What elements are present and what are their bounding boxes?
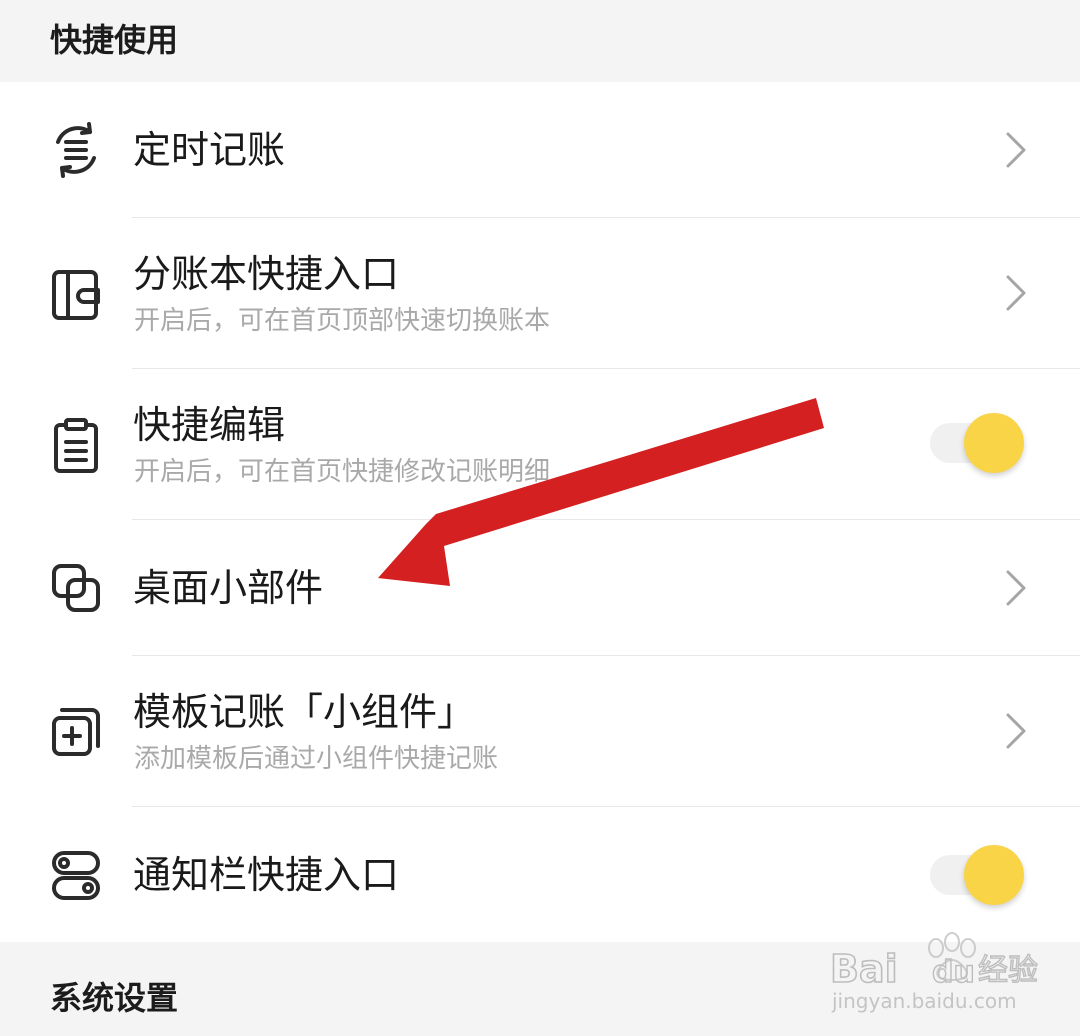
quick-edit-toggle[interactable] <box>928 411 1028 475</box>
chevron-right-icon <box>1000 273 1032 313</box>
toggle-knob <box>964 845 1024 905</box>
chevron-right-icon <box>1000 568 1032 608</box>
add-template-icon <box>46 702 106 762</box>
list-item-desktop-widget[interactable]: 桌面小部件 <box>0 520 1080 656</box>
item-subtitle: 开启后，可在首页快捷修改记账明细 <box>134 457 551 487</box>
watermark-brand: Bai <box>830 947 898 991</box>
item-title: 桌面小部件 <box>133 566 324 610</box>
scheduled-bookkeeping-icon <box>46 120 106 180</box>
list-item-template-widget[interactable]: 模板记账「小组件」 添加模板后通过小组件快捷记账 <box>0 656 1080 807</box>
section-title: 快捷使用 <box>50 21 179 59</box>
list-item-quick-edit: 快捷编辑 开启后，可在首页快捷修改记账明细 <box>0 369 1080 520</box>
section-title: 系统设置 <box>50 979 179 1017</box>
clipboard-icon <box>46 415 106 475</box>
item-subtitle: 添加模板后通过小组件快捷记账 <box>134 744 499 774</box>
ledger-shortcut-icon <box>46 264 106 324</box>
section-header-quick-use: 快捷使用 <box>0 0 1080 82</box>
widget-icon <box>46 558 106 618</box>
quick-use-list: 定时记账 分账本快捷入口 开启后，可在首页顶部快速切换账本 快捷编辑 开启后，可… <box>0 82 1080 942</box>
item-title: 通知栏快捷入口 <box>133 853 400 897</box>
item-title: 定时记账 <box>133 128 286 172</box>
item-title: 模板记账「小组件」 <box>133 690 476 734</box>
toggle-knob <box>964 413 1024 473</box>
toggle-switch-icon <box>46 845 106 905</box>
baidu-jingyan-watermark: Bai du 经验 jingyan.baidu.com <box>828 920 1068 1020</box>
watermark-product: 经验 <box>978 953 1038 988</box>
item-subtitle: 开启后，可在首页顶部快速切换账本 <box>134 306 551 336</box>
chevron-right-icon <box>1000 711 1032 751</box>
list-item-ledger-shortcut[interactable]: 分账本快捷入口 开启后，可在首页顶部快速切换账本 <box>0 218 1080 369</box>
item-title: 分账本快捷入口 <box>133 252 400 296</box>
watermark-brand-du: du <box>932 955 975 990</box>
item-title: 快捷编辑 <box>133 403 286 447</box>
list-item-scheduled-bookkeeping[interactable]: 定时记账 <box>0 82 1080 218</box>
chevron-right-icon <box>1000 130 1032 170</box>
watermark-url: jingyan.baidu.com <box>831 989 1017 1013</box>
notification-shortcut-toggle[interactable] <box>928 843 1028 907</box>
